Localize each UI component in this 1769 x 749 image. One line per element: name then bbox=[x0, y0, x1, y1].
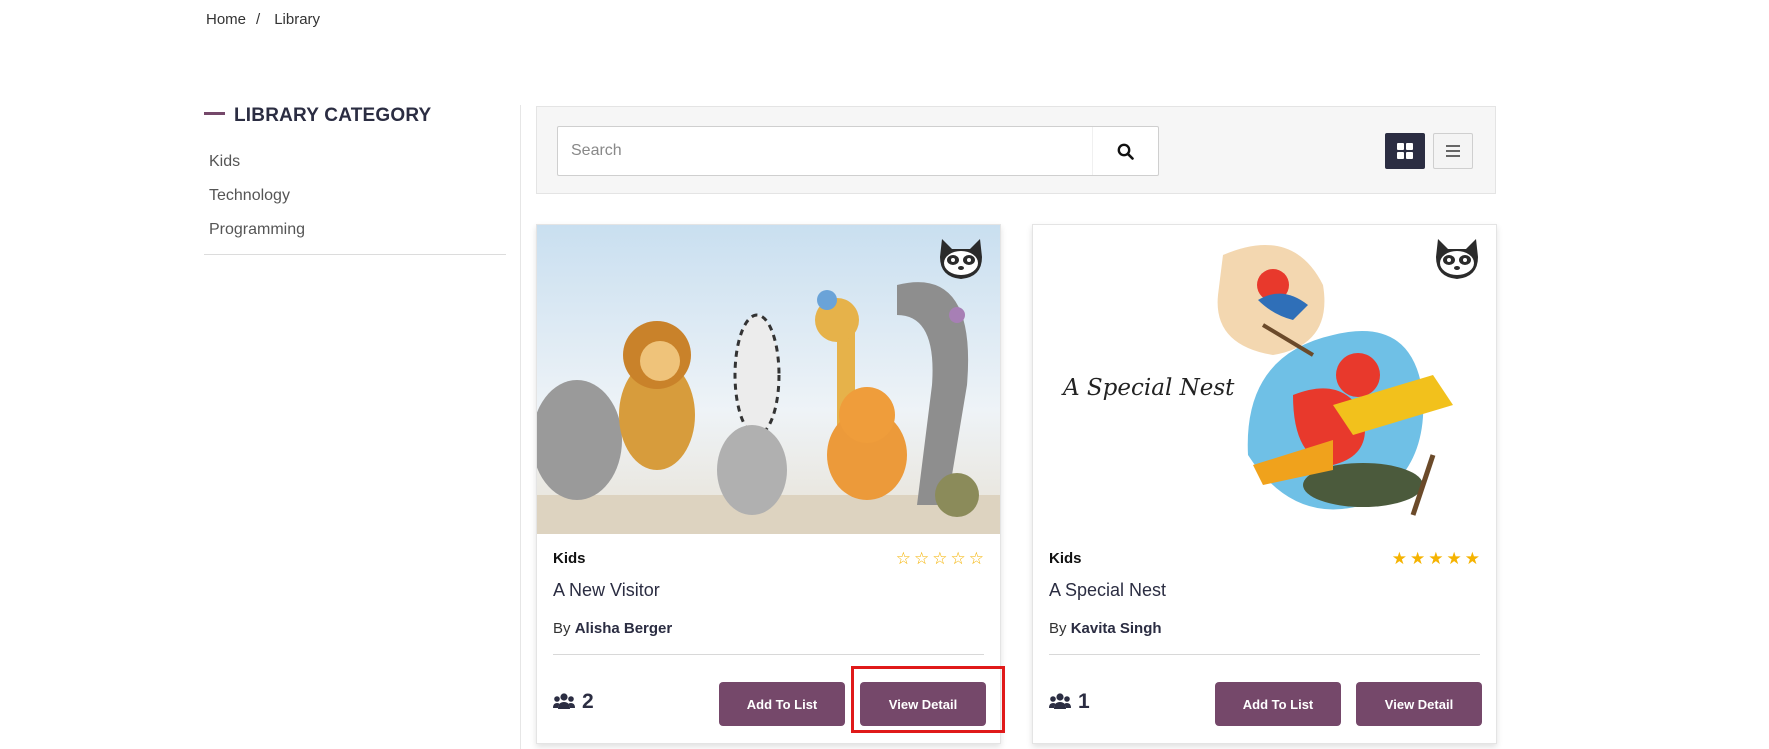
breadcrumb-separator: / bbox=[256, 11, 261, 28]
book-author: By Alisha Berger bbox=[553, 620, 984, 637]
breadcrumb-home[interactable]: Home bbox=[206, 11, 246, 28]
add-to-list-button[interactable]: Add To List bbox=[719, 682, 845, 726]
sidebar-title: LIBRARY CATEGORY bbox=[204, 105, 506, 127]
book-title[interactable]: A Special Nest bbox=[1049, 580, 1480, 601]
rating-stars: ☆ ☆ ☆ ☆ ☆ bbox=[896, 550, 984, 568]
users-icon bbox=[553, 693, 575, 709]
view-detail-button[interactable]: View Detail bbox=[860, 682, 986, 726]
search-icon bbox=[1117, 143, 1134, 160]
card-divider bbox=[553, 654, 984, 655]
star-empty-icon: ☆ bbox=[895, 549, 911, 568]
author-name: Kavita Singh bbox=[1070, 620, 1162, 637]
member-count: 1 bbox=[1049, 690, 1090, 714]
column-divider bbox=[520, 105, 521, 749]
star-empty-icon: ☆ bbox=[932, 549, 948, 568]
book-title[interactable]: A New Visitor bbox=[553, 580, 984, 601]
book-cover[interactable] bbox=[537, 225, 1000, 534]
cover-illustration-birds: A Special Nest bbox=[1033, 225, 1496, 534]
rating-stars: ★ ★ ★ ★ ★ bbox=[1392, 550, 1480, 568]
star-filled-icon: ★ bbox=[1446, 549, 1462, 568]
grid-view-button[interactable] bbox=[1385, 133, 1425, 169]
author-prefix: By bbox=[1049, 620, 1067, 637]
category-item-technology[interactable]: Technology bbox=[209, 179, 506, 213]
card-footer: 2 Add To List View Detail bbox=[553, 679, 986, 726]
breadcrumb: Home / Library bbox=[206, 11, 320, 28]
author-prefix: By bbox=[553, 620, 571, 637]
library-toolbar bbox=[536, 106, 1496, 194]
title-accent-dash bbox=[204, 111, 225, 115]
cover-title-text: A Special Nest bbox=[1061, 375, 1235, 401]
book-card: A Special Nest Kids ★ ★ ★ ★ ★ A Special … bbox=[1032, 224, 1497, 744]
book-card: Kids ☆ ☆ ☆ ☆ ☆ A New Visitor By Alisha B… bbox=[536, 224, 1001, 744]
member-count-value: 2 bbox=[582, 690, 594, 713]
member-count-value: 1 bbox=[1078, 690, 1090, 713]
star-filled-icon: ★ bbox=[1464, 549, 1480, 568]
sidebar-title-text: LIBRARY CATEGORY bbox=[234, 105, 432, 126]
star-empty-icon: ☆ bbox=[950, 549, 966, 568]
breadcrumb-current: Library bbox=[274, 11, 321, 28]
star-filled-icon: ★ bbox=[1428, 549, 1444, 568]
add-to-list-button[interactable]: Add To List bbox=[1215, 682, 1341, 726]
star-filled-icon: ★ bbox=[1391, 549, 1407, 568]
search-box bbox=[557, 126, 1159, 176]
sidebar-divider bbox=[204, 254, 506, 255]
book-info: Kids ★ ★ ★ ★ ★ A Special Nest By Kavita … bbox=[1049, 550, 1480, 655]
list-view-button[interactable] bbox=[1433, 133, 1473, 169]
search-input[interactable] bbox=[558, 127, 1092, 175]
raccoon-icon bbox=[1436, 239, 1478, 279]
users-icon bbox=[1049, 693, 1071, 709]
book-cover[interactable]: A Special Nest bbox=[1033, 225, 1496, 534]
search-button[interactable] bbox=[1092, 127, 1158, 175]
book-author: By Kavita Singh bbox=[1049, 620, 1480, 637]
list-icon bbox=[1446, 145, 1460, 157]
category-item-kids[interactable]: Kids bbox=[209, 145, 506, 179]
grid-icon bbox=[1397, 143, 1413, 159]
star-empty-icon: ☆ bbox=[968, 549, 984, 568]
card-footer: 1 Add To List View Detail bbox=[1049, 679, 1482, 726]
author-name: Alisha Berger bbox=[574, 620, 673, 637]
star-empty-icon: ☆ bbox=[914, 549, 930, 568]
member-count: 2 bbox=[553, 690, 594, 714]
star-filled-icon: ★ bbox=[1410, 549, 1426, 568]
card-divider bbox=[1049, 654, 1480, 655]
category-list: Kids Technology Programming bbox=[204, 145, 506, 247]
cover-illustration-animals bbox=[537, 225, 1000, 534]
raccoon-icon bbox=[940, 239, 982, 279]
category-sidebar: LIBRARY CATEGORY Kids Technology Program… bbox=[204, 105, 506, 255]
view-detail-button[interactable]: View Detail bbox=[1356, 682, 1482, 726]
category-item-programming[interactable]: Programming bbox=[209, 213, 506, 247]
book-info: Kids ☆ ☆ ☆ ☆ ☆ A New Visitor By Alisha B… bbox=[553, 550, 984, 655]
